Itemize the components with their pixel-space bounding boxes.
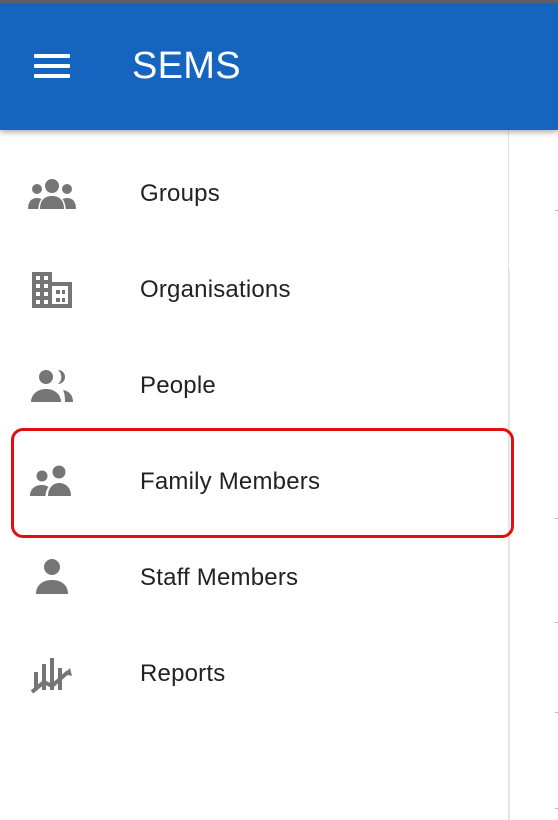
nav-item-staff-members[interactable]: Staff Members (0, 530, 508, 626)
nav-item-reports[interactable]: Reports (0, 626, 508, 722)
people-icon (26, 364, 78, 408)
groups-icon (26, 172, 78, 216)
nav-item-label: Organisations (140, 276, 291, 303)
content-divider (509, 270, 510, 820)
nav-item-label: People (140, 372, 216, 399)
nav-item-label: Staff Members (140, 564, 299, 591)
nav-item-family-members[interactable]: Family Members (0, 434, 508, 530)
nav-item-label: Family Members (140, 468, 321, 495)
app-screen: SEMS Groups Organisations People Family … (0, 0, 558, 820)
nav-item-label: Reports (140, 660, 226, 687)
reports-chart-icon (26, 652, 78, 696)
nav-item-organisations[interactable]: Organisations (0, 242, 508, 338)
building-icon (26, 268, 78, 312)
family-icon (26, 460, 78, 504)
nav-item-people[interactable]: People (0, 338, 508, 434)
content-area-peek (509, 130, 558, 820)
app-title: SEMS (132, 45, 241, 87)
hamburger-menu-icon[interactable] (22, 40, 82, 92)
person-icon (26, 556, 78, 600)
status-edge (0, 0, 558, 3)
app-bar: SEMS (0, 0, 558, 130)
nav-item-label: Groups (140, 180, 220, 207)
nav-item-groups[interactable]: Groups (0, 146, 508, 242)
navigation-drawer: Groups Organisations People Family Membe… (0, 130, 509, 820)
